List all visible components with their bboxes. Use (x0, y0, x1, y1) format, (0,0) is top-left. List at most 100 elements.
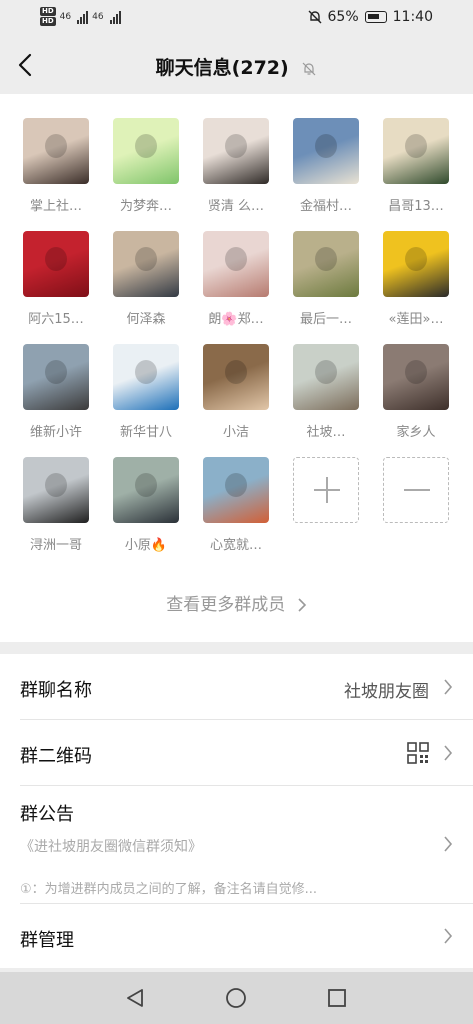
member-name: 家乡人 (396, 425, 436, 440)
silent-bell-icon (308, 10, 322, 24)
member-cell[interactable]: 掌上社… (11, 118, 101, 214)
avatar-figure (225, 134, 247, 158)
more-members-link[interactable]: 查看更多群成员 (0, 590, 473, 615)
avatar-figure (225, 473, 247, 497)
member-name: 社坡… (306, 425, 346, 440)
member-name: 浔洲一哥 (29, 538, 82, 553)
battery-icon (364, 11, 387, 23)
avatar-figure (405, 247, 427, 271)
avatar-figure (405, 360, 427, 384)
hd-badge-2: HD (40, 17, 56, 26)
member-avatar[interactable] (383, 344, 449, 410)
member-cell[interactable]: 小洁 (191, 344, 281, 440)
status-bar: HD HD 46 46 65% 11:40 (0, 0, 473, 36)
hd-badge-1: HD (40, 7, 56, 16)
member-avatar[interactable] (23, 344, 89, 410)
member-name: 阿六15… (28, 312, 84, 327)
remove-member-button[interactable] (383, 457, 449, 523)
member-name: 金福村… (299, 199, 352, 214)
member-cell[interactable]: 为梦奔… (101, 118, 191, 214)
network-type-2: 46 (92, 11, 104, 22)
avatar-figure (45, 360, 67, 384)
avatar-figure (225, 360, 247, 384)
avatar-figure (45, 473, 67, 497)
nav-bar: 聊天信息(272) (0, 36, 473, 94)
member-name: 朗🌸郑… (208, 312, 264, 327)
member-name: 最后一… (299, 312, 352, 327)
system-nav-bar (0, 972, 473, 1024)
group-name-row[interactable]: 群聊名称 社坡朋友圈 (0, 654, 473, 720)
group-manage-row[interactable]: 群管理 (0, 904, 473, 968)
member-avatar[interactable] (203, 344, 269, 410)
qr-code-row[interactable]: 群二维码 (0, 720, 473, 786)
signal-group: HD HD 46 46 (40, 7, 121, 26)
avatar-figure (45, 134, 67, 158)
chevron-right-icon (444, 836, 453, 852)
member-avatar[interactable] (113, 344, 179, 410)
group-notice-row[interactable]: 群公告 《进社坡朋友圈微信群须知》 ①：为增进群内成员之间的了解，备注名请自觉修… (0, 786, 473, 904)
member-avatar[interactable] (293, 118, 359, 184)
member-name: 贤清 么… (207, 199, 265, 214)
home-circle-icon[interactable] (225, 987, 247, 1009)
member-name: 何泽森 (126, 312, 166, 327)
member-name: 小洁 (222, 425, 249, 440)
member-avatar[interactable] (23, 231, 89, 297)
avatar-figure (315, 247, 337, 271)
member-avatar[interactable] (113, 118, 179, 184)
member-cell[interactable]: 朗🌸郑… (191, 231, 281, 327)
member-name: 昌哥13… (388, 199, 444, 214)
group-notice-subtitle: 《进社坡朋友圈微信群须知》 (20, 839, 202, 855)
back-triangle-icon[interactable] (124, 987, 146, 1009)
member-avatar[interactable] (23, 118, 89, 184)
member-avatar[interactable] (203, 118, 269, 184)
member-cell[interactable]: 最后一… (281, 231, 371, 327)
member-cell[interactable]: 心宽就… (191, 457, 281, 553)
clock: 11:40 (392, 9, 433, 25)
member-cell[interactable]: «莲田»… (371, 231, 461, 327)
qr-code-label: 群二维码 (20, 746, 92, 767)
page-title: 聊天信息(272) (0, 53, 473, 80)
member-cell[interactable]: 浔洲一哥 (11, 457, 101, 553)
group-notice-label: 群公告 (20, 804, 74, 825)
member-cell[interactable]: 家乡人 (371, 344, 461, 440)
avatar-figure (135, 247, 157, 271)
member-name: 为梦奔… (119, 199, 172, 214)
member-cell[interactable]: 维新小许 (11, 344, 101, 440)
member-avatar[interactable] (293, 231, 359, 297)
member-cell[interactable]: 小原🔥 (101, 457, 191, 553)
member-avatar[interactable] (113, 457, 179, 523)
member-cell[interactable]: 贤清 么… (191, 118, 281, 214)
chevron-right-icon (444, 745, 453, 761)
group-manage-label: 群管理 (20, 930, 74, 951)
member-avatar[interactable] (383, 231, 449, 297)
avatar-figure (315, 134, 337, 158)
member-cell[interactable]: 阿六15… (11, 231, 101, 327)
more-members-label: 查看更多群成员 (166, 595, 286, 615)
avatar-figure (135, 473, 157, 497)
member-avatar[interactable] (293, 344, 359, 410)
member-avatar[interactable] (383, 118, 449, 184)
member-cell[interactable]: 何泽森 (101, 231, 191, 327)
member-name: 新华甘八 (119, 425, 172, 440)
member-name: 心宽就… (209, 538, 262, 553)
signal-icon (77, 10, 89, 24)
member-avatar[interactable] (203, 231, 269, 297)
add-member-cell[interactable] (281, 457, 371, 523)
members-panel: 掌上社… 为梦奔… 贤清 么… 金福村… 昌哥13… 阿六15… 何泽森 朗🌸郑… 最后一… «莲… (0, 94, 473, 642)
member-avatar[interactable] (23, 457, 89, 523)
page-title-text: 聊天信息(272) (155, 57, 289, 79)
add-member-button[interactable] (293, 457, 359, 523)
member-avatar[interactable] (203, 457, 269, 523)
minus-icon (404, 489, 430, 491)
signal-icon-2 (109, 10, 121, 24)
group-notice-body: ①：为增进群内成员之间的了解，备注名请自觉修... (20, 882, 318, 897)
member-name: 维新小许 (29, 425, 82, 440)
member-cell[interactable]: 社坡… (281, 344, 371, 440)
member-cell[interactable]: 昌哥13… (371, 118, 461, 214)
remove-member-cell[interactable] (371, 457, 461, 523)
member-avatar[interactable] (113, 231, 179, 297)
recents-square-icon[interactable] (326, 987, 348, 1009)
member-cell[interactable]: 金福村… (281, 118, 371, 214)
member-cell[interactable]: 新华甘八 (101, 344, 191, 440)
avatar-figure (135, 134, 157, 158)
